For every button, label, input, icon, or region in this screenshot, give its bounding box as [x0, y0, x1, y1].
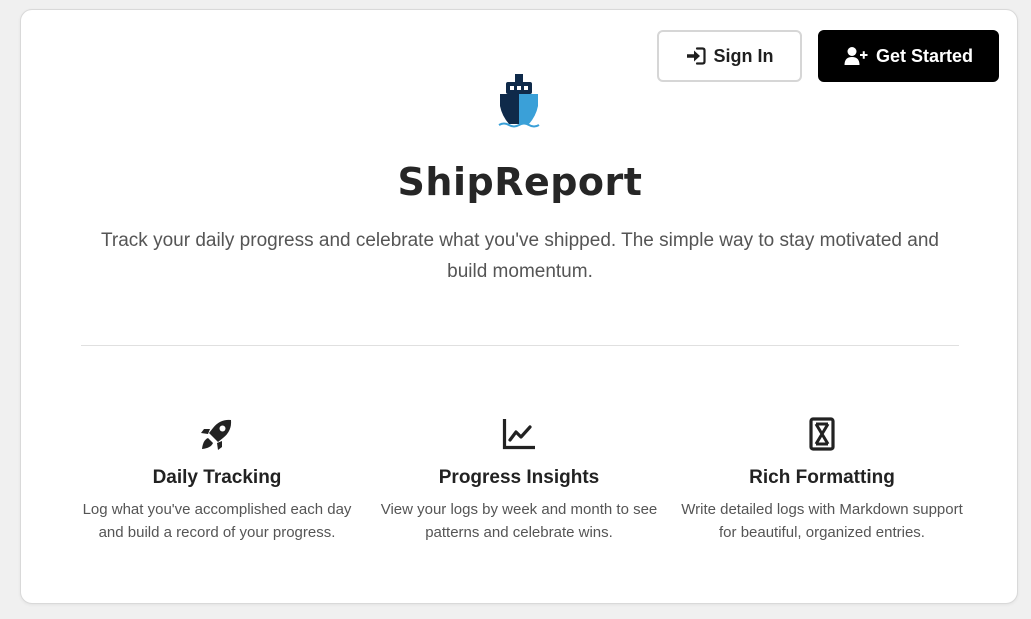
sign-in-icon — [686, 47, 706, 65]
landing-card: Sign In Get Started ShipReport Track you… — [20, 9, 1018, 604]
rocket-icon — [67, 415, 367, 453]
markdown-icon — [672, 415, 972, 453]
feature-description: Write detailed logs with Markdown suppor… — [681, 501, 963, 541]
line-chart-icon — [369, 415, 669, 453]
feature-progress-insights: Progress Insights View your logs by week… — [369, 415, 669, 544]
feature-daily-tracking: Daily Tracking Log what you've accomplis… — [67, 415, 367, 544]
feature-heading: Daily Tracking — [152, 467, 282, 488]
section-divider — [81, 345, 959, 346]
ship-icon — [497, 72, 541, 128]
tagline: Track your daily progress and celebrate … — [101, 230, 939, 282]
feature-heading: Progress Insights — [438, 467, 600, 488]
feature-description: Log what you've accomplished each day an… — [82, 501, 352, 541]
app-title: ShipReport — [397, 160, 643, 204]
feature-description: View your logs by week and month to see … — [380, 501, 658, 541]
sign-in-button[interactable]: Sign In — [657, 30, 802, 82]
get-started-button[interactable]: Get Started — [818, 30, 999, 82]
get-started-label: Get Started — [875, 45, 974, 66]
user-plus-icon — [844, 46, 868, 66]
sign-in-label: Sign In — [713, 45, 774, 66]
feature-heading: Rich Formatting — [749, 467, 895, 488]
feature-rich-formatting: Rich Formatting Write detailed logs with… — [672, 415, 972, 544]
